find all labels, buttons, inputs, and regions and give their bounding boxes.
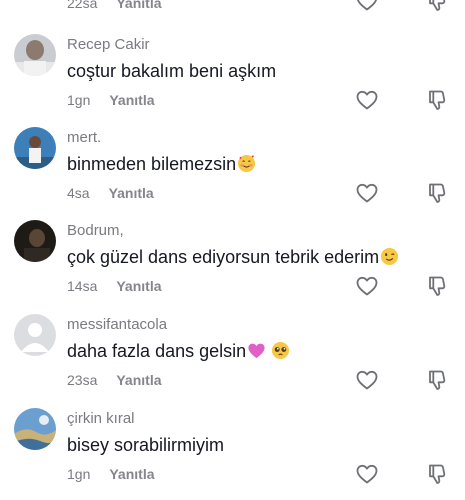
- heart-outline-icon[interactable]: [355, 0, 379, 13]
- reply-button[interactable]: Yanıtla: [116, 372, 161, 388]
- comment-time: 1gn: [67, 466, 91, 482]
- comment-text-content: çok güzel dans ediyorsun tebrik ederim: [67, 247, 380, 267]
- heart-outline-icon[interactable]: [355, 462, 379, 486]
- comment-text: coştur bakalım beni aşkım: [67, 61, 276, 82]
- comment-text-content: daha fazla dans gelsin: [67, 341, 247, 361]
- comment-meta: 1gn Yanıtla: [67, 466, 155, 482]
- reply-button[interactable]: Yanıtla: [109, 92, 154, 108]
- reply-button[interactable]: Yanıtla: [116, 278, 161, 294]
- comment-meta: 14sa Yanıtla: [67, 278, 162, 294]
- comment-username[interactable]: messifantacola: [67, 316, 167, 333]
- avatar[interactable]: [14, 127, 56, 169]
- thumbs-down-outline-icon[interactable]: [426, 368, 450, 392]
- thumbs-down-outline-icon[interactable]: [426, 0, 450, 13]
- reply-button[interactable]: Yanıtla: [109, 185, 154, 201]
- avatar[interactable]: [14, 314, 56, 356]
- comment-meta: 1gn Yanıtla: [67, 92, 155, 108]
- thumbs-down-outline-icon[interactable]: [426, 274, 450, 298]
- comment-username[interactable]: mert.: [67, 129, 101, 146]
- comment-text: binmeden bilemezsin: [67, 154, 256, 175]
- smiling-face-with-hearts-emoji: [237, 154, 256, 173]
- comment-text: bisey sorabilirmiyim: [67, 435, 224, 456]
- comment-text-content: bisey sorabilirmiyim: [67, 435, 225, 455]
- comment-time: 1gn: [67, 92, 91, 108]
- comment-username[interactable]: Recep Cakir: [67, 36, 150, 53]
- reply-button[interactable]: Yanıtla: [116, 0, 161, 11]
- thumbs-down-outline-icon[interactable]: [426, 462, 450, 486]
- comment-text-content: binmeden bilemezsin: [67, 154, 237, 174]
- comment-time: 14sa: [67, 278, 98, 294]
- comment-username[interactable]: Bodrum,: [67, 222, 124, 239]
- pink-heart-emoji: [247, 341, 266, 360]
- heart-outline-icon[interactable]: [355, 368, 379, 392]
- comment-meta: 4sa Yanıtla: [67, 185, 154, 201]
- avatar[interactable]: [14, 220, 56, 262]
- reply-button[interactable]: Yanıtla: [109, 466, 154, 482]
- comment-time: 23sa: [67, 372, 98, 388]
- heart-outline-icon[interactable]: [355, 181, 379, 205]
- heart-outline-icon[interactable]: [355, 274, 379, 298]
- comment-text: daha fazla dans gelsin: [67, 341, 290, 362]
- comment-meta: 22sa Yanıtla: [67, 0, 162, 11]
- thumbs-down-outline-icon[interactable]: [426, 181, 450, 205]
- pleading-face-emoji: [271, 341, 290, 360]
- comment-username[interactable]: çirkin kıral: [67, 410, 135, 427]
- avatar[interactable]: [14, 408, 56, 450]
- comment-text: çok güzel dans ediyorsun tebrik ederim: [67, 247, 399, 268]
- heart-outline-icon[interactable]: [355, 88, 379, 112]
- comment-meta: 23sa Yanıtla: [67, 372, 162, 388]
- winking-face-emoji: [380, 247, 399, 266]
- comment-text-content: coştur bakalım beni aşkım: [67, 61, 277, 81]
- comment-time: 4sa: [67, 185, 90, 201]
- thumbs-down-outline-icon[interactable]: [426, 88, 450, 112]
- avatar[interactable]: [14, 34, 56, 76]
- comment-time: 22sa: [67, 0, 98, 11]
